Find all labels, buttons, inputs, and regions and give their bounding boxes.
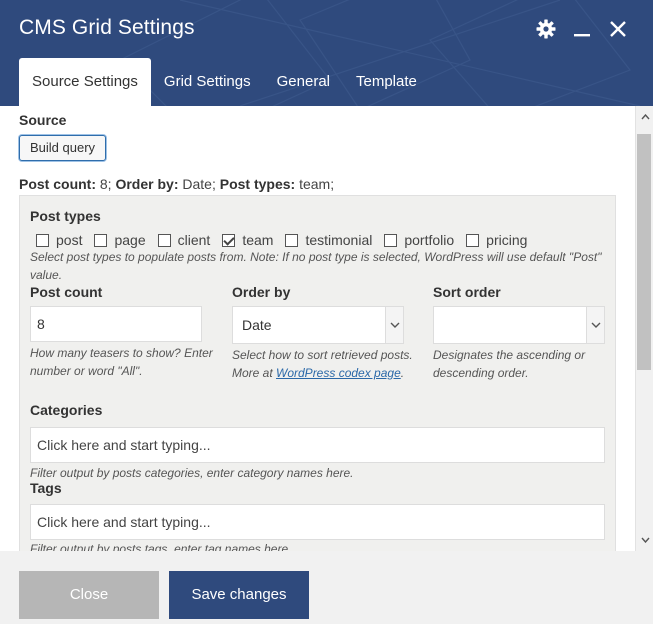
tab-bar: Source Settings Grid Settings General Te… <box>19 58 430 106</box>
checkbox-client[interactable]: client <box>157 232 211 248</box>
post-count-input[interactable]: 8 <box>30 306 202 342</box>
categories-help: Filter output by posts categories, enter… <box>30 466 354 480</box>
order-by-value: Date <box>242 317 272 333</box>
checkbox-label: page <box>114 232 146 248</box>
order-by-label: Order by <box>232 284 291 300</box>
sort-order-help: Designates the ascending or descending o… <box>433 348 586 380</box>
checkbox-pricing[interactable]: pricing <box>466 232 527 248</box>
close-icon[interactable] <box>607 18 629 40</box>
checkbox-label: testimonial <box>305 232 373 248</box>
checkbox-label: portfolio <box>404 232 455 248</box>
post-count-column: Post count 8 How many teasers to show? E… <box>30 284 220 380</box>
tags-help: Filter output by posts tags, enter tag n… <box>30 542 292 551</box>
tab-source-settings[interactable]: Source Settings <box>19 58 151 106</box>
order-by-column: Order by Date Select how to sort retriev… <box>232 284 422 382</box>
content-scrollbar[interactable] <box>635 106 653 551</box>
chevron-down-icon[interactable] <box>586 307 604 343</box>
checkbox-team[interactable]: team <box>222 232 273 248</box>
sort-order-label: Sort order <box>433 284 501 300</box>
order-by-help-suffix: . <box>400 366 405 380</box>
sort-order-column: Sort order Designates the ascending or d… <box>433 284 623 382</box>
source-label: Source <box>19 112 67 128</box>
checkbox-box[interactable] <box>466 233 480 247</box>
categories-input[interactable]: Click here and start typing... <box>30 427 605 463</box>
tags-label: Tags <box>30 480 62 496</box>
checkbox-testimonial[interactable]: testimonial <box>285 232 372 248</box>
checkbox-box[interactable] <box>384 233 398 247</box>
post-types-checklist: post page client team testimonial portfo… <box>36 232 539 248</box>
scroll-down-icon[interactable] <box>636 531 653 549</box>
dialog-title: CMS Grid Settings <box>19 16 195 39</box>
scrollbar-thumb[interactable] <box>637 134 651 370</box>
order-by-select[interactable]: Date <box>232 306 404 344</box>
query-builder-panel: Post types post page client team testimo… <box>19 195 616 551</box>
query-summary: Post count: 8; Order by: Date; Post type… <box>19 176 334 192</box>
settings-content: Source Build query Post count: 8; Order … <box>0 106 635 551</box>
build-query-button[interactable]: Build query <box>19 135 107 161</box>
checkbox-box[interactable] <box>222 233 236 247</box>
minimize-icon[interactable] <box>571 18 593 40</box>
categories-label: Categories <box>30 402 103 418</box>
tab-template[interactable]: Template <box>343 58 430 106</box>
summary-order-by-value: Date; <box>178 176 220 192</box>
tab-general[interactable]: General <box>264 58 343 106</box>
gear-icon[interactable] <box>535 18 557 40</box>
dialog-header: CMS Grid Settings Source Settings Grid S… <box>0 0 653 106</box>
summary-post-types-value: team; <box>295 176 335 192</box>
post-types-label: Post types <box>30 208 101 224</box>
save-changes-button[interactable]: Save changes <box>169 571 309 619</box>
checkbox-label: post <box>56 232 83 248</box>
tab-grid-settings[interactable]: Grid Settings <box>151 58 264 106</box>
chevron-down-icon[interactable] <box>385 307 403 343</box>
checkbox-portfolio[interactable]: portfolio <box>384 232 454 248</box>
dialog-footer: Close Save changes <box>0 551 653 624</box>
tags-placeholder: Click here and start typing... <box>37 514 211 530</box>
checkbox-box[interactable] <box>36 233 49 247</box>
checkbox-box[interactable] <box>285 233 299 247</box>
checkbox-post[interactable]: post <box>36 232 82 248</box>
sort-order-select[interactable] <box>433 306 605 344</box>
checkbox-label: team <box>242 232 274 248</box>
post-count-help: How many teasers to show? Enter number o… <box>30 346 213 378</box>
post-types-help: Select post types to populate posts from… <box>30 250 602 282</box>
checkbox-box[interactable] <box>94 233 108 247</box>
tags-input[interactable]: Click here and start typing... <box>30 504 605 540</box>
summary-order-by-key: Order by: <box>115 176 179 192</box>
checkbox-box[interactable] <box>157 233 171 247</box>
checkbox-label: pricing <box>486 232 528 248</box>
order-by-help: Select how to sort retrieved posts. More… <box>232 346 422 382</box>
checkbox-label: client <box>177 232 211 248</box>
categories-placeholder: Click here and start typing... <box>37 437 211 453</box>
scroll-up-icon[interactable] <box>636 108 653 126</box>
checkbox-page[interactable]: page <box>94 232 146 248</box>
post-count-label: Post count <box>30 284 103 300</box>
close-button[interactable]: Close <box>19 571 159 619</box>
summary-post-count-value: 8; <box>96 176 116 192</box>
summary-post-types-key: Post types: <box>219 176 296 192</box>
summary-post-count-key: Post count: <box>19 176 96 192</box>
header-controls <box>535 18 629 40</box>
wordpress-codex-link[interactable]: WordPress codex page <box>276 366 401 380</box>
